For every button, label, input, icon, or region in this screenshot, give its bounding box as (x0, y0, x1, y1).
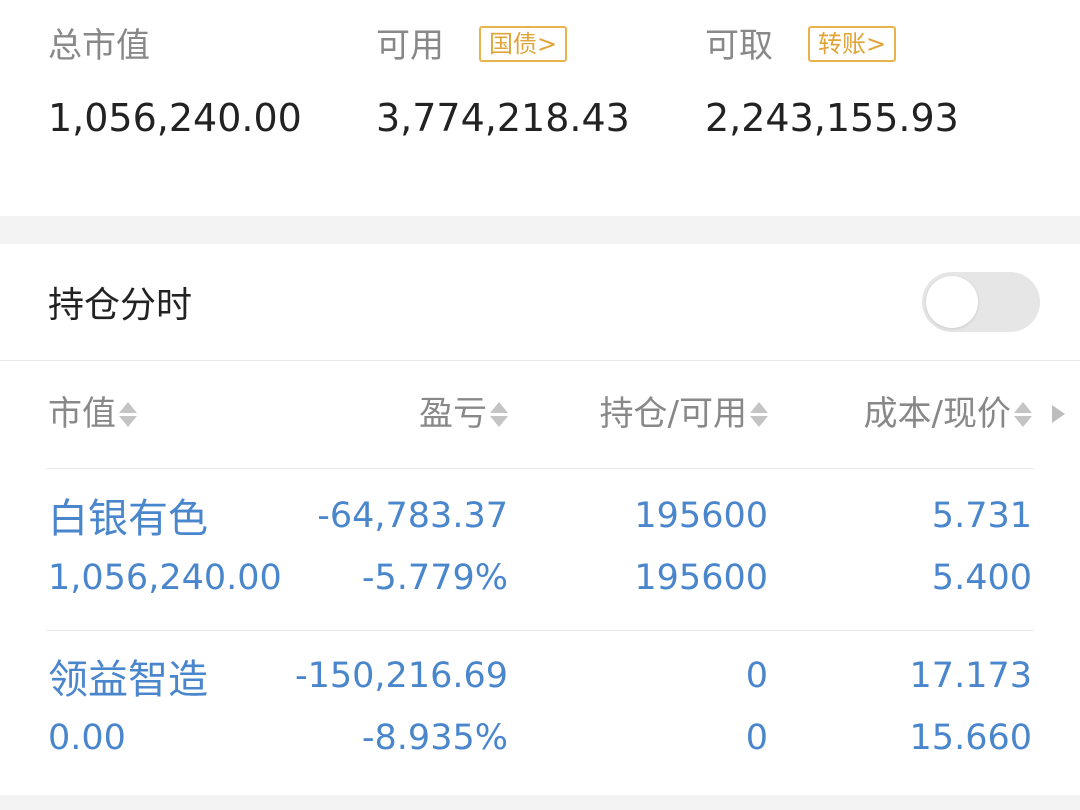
stock-available: 195600 (634, 558, 768, 598)
stock-market-value: 0.00 (48, 718, 126, 758)
divider (0, 360, 1080, 361)
chevron-right-icon: > (866, 30, 887, 58)
stock-available: 0 (745, 718, 768, 758)
available-label: 可用 (376, 26, 444, 66)
stock-price: 5.400 (931, 558, 1032, 598)
stock-pnl: -64,783.37 (317, 496, 508, 536)
positions-timeshare-title: 持仓分时 (48, 285, 193, 326)
available-value: 3,774,218.43 (376, 96, 630, 140)
withdrawable-label: 可取 (705, 26, 773, 66)
positions-timeshare-toggle[interactable] (922, 272, 1040, 332)
more-columns-icon[interactable] (1052, 405, 1065, 423)
total-market-value: 1,056,240.00 (48, 96, 302, 140)
sort-cost-price-button[interactable]: 成本/现价 (790, 392, 1034, 436)
stock-position: 195600 (634, 496, 768, 536)
treasury-bond-label: 国债 (489, 30, 537, 58)
sort-icon (750, 401, 770, 427)
header-market-value: 市值 (48, 394, 116, 434)
stock-position: 0 (745, 656, 768, 696)
stock-name: 白银有色 (48, 496, 208, 542)
sort-market-value-button[interactable]: 市值 (48, 392, 139, 436)
sort-icon (490, 401, 510, 427)
divider (46, 630, 1034, 631)
header-pnl: 盈亏 (419, 394, 487, 434)
stock-cost: 17.173 (909, 656, 1032, 696)
treasury-bond-button[interactable]: 国债> (479, 26, 568, 62)
bottom-separator (0, 795, 1080, 810)
toggle-knob (926, 276, 978, 328)
header-cost-price: 成本/现价 (863, 394, 1011, 434)
stock-pnl-percent: -5.779% (361, 558, 508, 598)
transfer-button[interactable]: 转账> (808, 26, 897, 62)
sort-pnl-button[interactable]: 盈亏 (300, 392, 510, 436)
stock-name: 领益智造 (48, 657, 208, 703)
transfer-label: 转账 (818, 30, 866, 58)
stock-pnl: -150,216.69 (294, 656, 508, 696)
withdrawable-value: 2,243,155.93 (705, 96, 959, 140)
stock-market-value: 1,056,240.00 (48, 558, 282, 598)
sort-position-button[interactable]: 持仓/可用 (530, 392, 770, 436)
header-position: 持仓/可用 (599, 394, 747, 434)
total-market-value-label: 总市值 (48, 26, 150, 66)
stock-cost: 5.731 (931, 496, 1032, 536)
sort-icon (1014, 401, 1034, 427)
stock-price: 15.660 (909, 718, 1032, 758)
divider (46, 468, 1034, 469)
chevron-right-icon: > (537, 30, 558, 58)
section-separator (0, 216, 1080, 244)
stock-pnl-percent: -8.935% (361, 718, 508, 758)
sort-icon (119, 401, 139, 427)
